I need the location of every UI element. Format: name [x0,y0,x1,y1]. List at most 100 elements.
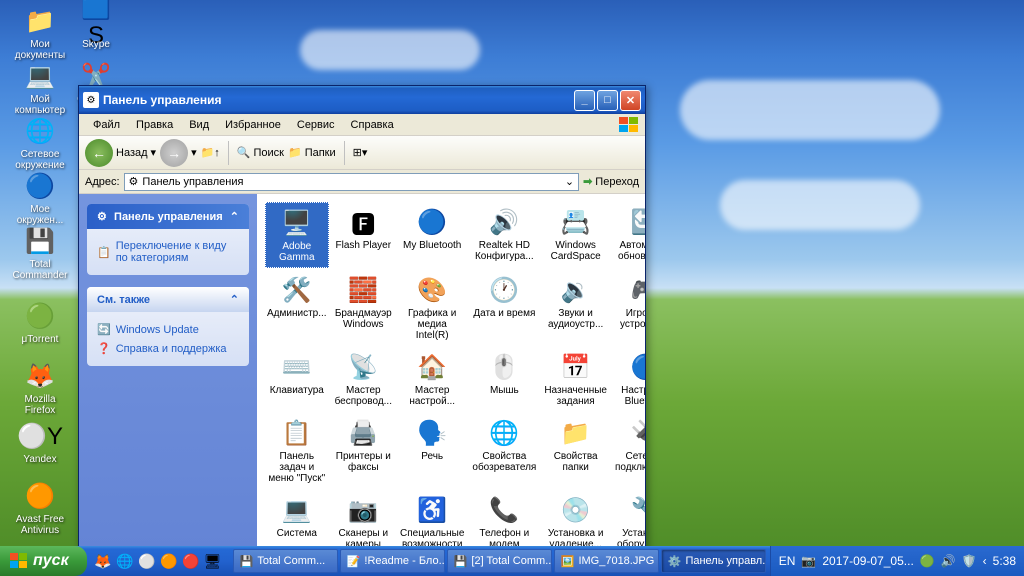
menu-item[interactable]: Правка [128,117,181,133]
cp-item-icon: 📷 [347,494,379,526]
control-panel-item[interactable]: 🅵Flash Player [333,202,394,268]
system-tray: EN 📷 2017-09-07_05... 🟢 🔊 🛡️ ‹ 5:38 [770,546,1024,576]
folders-button[interactable]: 📁 Папки [288,146,336,159]
tray-expand-icon[interactable]: ‹ [983,554,987,568]
control-panel-item[interactable]: 🖨️Принтеры и факсы [333,413,394,488]
menu-item[interactable]: Файл [85,117,128,133]
control-panel-item[interactable]: 📇Windows CardSpace [542,202,609,268]
control-panel-item[interactable]: 💻Система [265,490,329,554]
control-panel-item[interactable]: 🔄Автомати... обновление [613,202,645,268]
maximize-button[interactable]: □ [597,90,618,111]
collapse-icon[interactable]: ⌃ [230,293,239,306]
sidebar-panel-control: ⚙ Панель управления ⌃ 📋 Переключение к в… [87,204,249,275]
ql-yandex-icon[interactable]: ⚪ [137,551,157,571]
toolbar: ←Назад ▾ → ▾ 📁↑ 🔍 Поиск 📁 Папки ⊞▾ [79,136,645,170]
control-panel-item[interactable]: 🔊Realtek HD Конфигура... [470,202,538,268]
control-panel-item[interactable]: ♿Специальные возможности [398,490,466,554]
desktop-icon[interactable]: 💾Total Commander [10,225,70,281]
tray-lang[interactable]: EN [779,554,796,568]
control-panel-item[interactable]: 🖱️Мышь [470,347,538,411]
menu-item[interactable]: Избранное [217,117,289,133]
collapse-icon[interactable]: ⌃ [230,210,239,223]
icon-pane[interactable]: 🖥️Adobe Gamma🅵Flash Player🔵My Bluetooth🔊… [257,194,645,554]
tray-safely-remove-icon[interactable]: 🟢 [920,554,935,568]
control-panel-item[interactable]: 🖥️Adobe Gamma [265,202,329,268]
desktop-icon[interactable]: 🌐Сетевое окружение [10,115,70,171]
taskbar-task[interactable]: ⚙️Панель управл... [661,549,766,573]
cp-item-icon: 📇 [560,206,592,238]
control-panel-item[interactable]: 🏠Мастер настрой... [398,347,466,411]
control-panel-item[interactable]: 🧱Брандмауэр Windows [333,270,394,345]
cp-item-icon: 💿 [560,494,592,526]
control-panel-item[interactable]: 🛠️Администр... [265,270,329,345]
desktop-icon[interactable]: 🟢μTorrent [10,300,70,345]
windows-update-link[interactable]: 🔄 Windows Update [97,320,239,339]
desktop-icon[interactable]: 🔵Мое окружен... [10,170,70,226]
menu-item[interactable]: Сервис [289,117,343,133]
help-support-link[interactable]: ❓ Справка и поддержка [97,339,239,358]
up-button[interactable]: 📁↑ [201,146,220,159]
views-button[interactable]: ⊞▾ [353,146,368,159]
control-panel-item[interactable]: 📁Свойства папки [542,413,609,488]
task-icon: 🖼️ [561,555,575,568]
tray-clock[interactable]: 5:38 [993,554,1016,568]
control-panel-item[interactable]: 📅Назначенные задания [542,347,609,411]
sidebar: ⚙ Панель управления ⌃ 📋 Переключение к в… [79,194,257,554]
minimize-button[interactable]: _ [574,90,595,111]
start-button[interactable]: пуск [0,546,87,576]
taskbar-task[interactable]: 💾[2] Total Comm... [447,549,552,573]
app-icon: 🦊 [24,360,56,392]
control-panel-item[interactable]: 🎨Графика и медиа Intel(R) [398,270,466,345]
desktop-icon[interactable]: 💻Мой компьютер [10,60,70,116]
desktop-icon[interactable]: 📁Мои документы [10,5,70,61]
forward-button[interactable]: → ▾ [160,139,197,167]
ql-opera-icon[interactable]: 🔴 [181,551,201,571]
tray-date[interactable]: 2017-09-07_05... [822,554,913,568]
tray-shield-icon[interactable]: 🛡️ [962,554,977,568]
control-panel-item[interactable]: 🌐Свойства обозревателя [470,413,538,488]
tray-volume-icon[interactable]: 🔊 [941,554,956,568]
control-panel-item[interactable]: ⌨️Клавиатура [265,347,329,411]
window-icon: ⚙ [83,92,99,108]
task-icon: 💾 [454,555,468,568]
control-panel-item[interactable]: 📡Мастер беспровод... [333,347,394,411]
menu-item[interactable]: Справка [343,117,402,133]
control-panel-item[interactable]: 📋Панель задач и меню "Пуск" [265,413,329,488]
desktop-icon[interactable]: ⚪YYandex [10,420,70,465]
control-panel-item[interactable]: 🔌Сетевые подключения [613,413,645,488]
address-input[interactable]: ⚙ Панель управления ⌄ [124,173,580,191]
control-panel-item[interactable]: 🔵My Bluetooth [398,202,466,268]
taskbar-task[interactable]: 📝!Readme - Бло... [340,549,445,573]
search-button[interactable]: 🔍 Поиск [237,146,284,159]
tray-camera-icon[interactable]: 📷 [801,554,816,568]
desktop-icon[interactable]: 🟦SSkype [66,5,126,50]
control-panel-item[interactable]: 🎮Игровые устройства [613,270,645,345]
taskbar-task[interactable]: 🖼️IMG_7018.JPG ... [554,549,659,573]
cp-item-icon: 📋 [281,417,313,449]
switch-view-link[interactable]: 📋 Переключение к виду по категориям [97,237,239,267]
ql-avast-icon[interactable]: 🟠 [159,551,179,571]
ql-ie-icon[interactable]: 🌐 [115,551,135,571]
control-panel-item[interactable]: 🔉Звуки и аудиоустр... [542,270,609,345]
control-panel-item[interactable]: 📷Сканеры и камеры [333,490,394,554]
control-panel-item[interactable]: 🔵Настройка Bluetooth [613,347,645,411]
cp-item-icon: 📅 [560,351,592,383]
control-panel-item[interactable]: 🗣️Речь [398,413,466,488]
titlebar[interactable]: ⚙ Панель управления _ □ ✕ [79,86,645,114]
desktop-icon[interactable]: 🦊Mozilla Firefox [10,360,70,416]
ql-desktop-icon[interactable]: 🖥 [203,551,223,571]
task-icon: 📝 [347,555,361,568]
close-button[interactable]: ✕ [620,90,641,111]
control-panel-item[interactable]: 🕐Дата и время [470,270,538,345]
control-panel-item[interactable]: 💿Установка и удаление... [542,490,609,554]
sidebar-panel-seealso: См. также ⌃ 🔄 Windows Update ❓ Справка и… [87,287,249,366]
control-panel-item[interactable]: 📞Телефон и модем [470,490,538,554]
go-button[interactable]: ➡ Переход [583,175,639,188]
ql-firefox-icon[interactable]: 🦊 [93,551,113,571]
address-dropdown-icon[interactable]: ⌄ [565,175,574,188]
taskbar-task[interactable]: 💾Total Comm... [233,549,338,573]
back-button[interactable]: ←Назад ▾ [85,139,156,167]
control-panel-item[interactable]: 🔧Установка оборудова... [613,490,645,554]
menu-item[interactable]: Вид [181,117,217,133]
desktop-icon[interactable]: 🟠Avast Free Antivirus [10,480,70,536]
